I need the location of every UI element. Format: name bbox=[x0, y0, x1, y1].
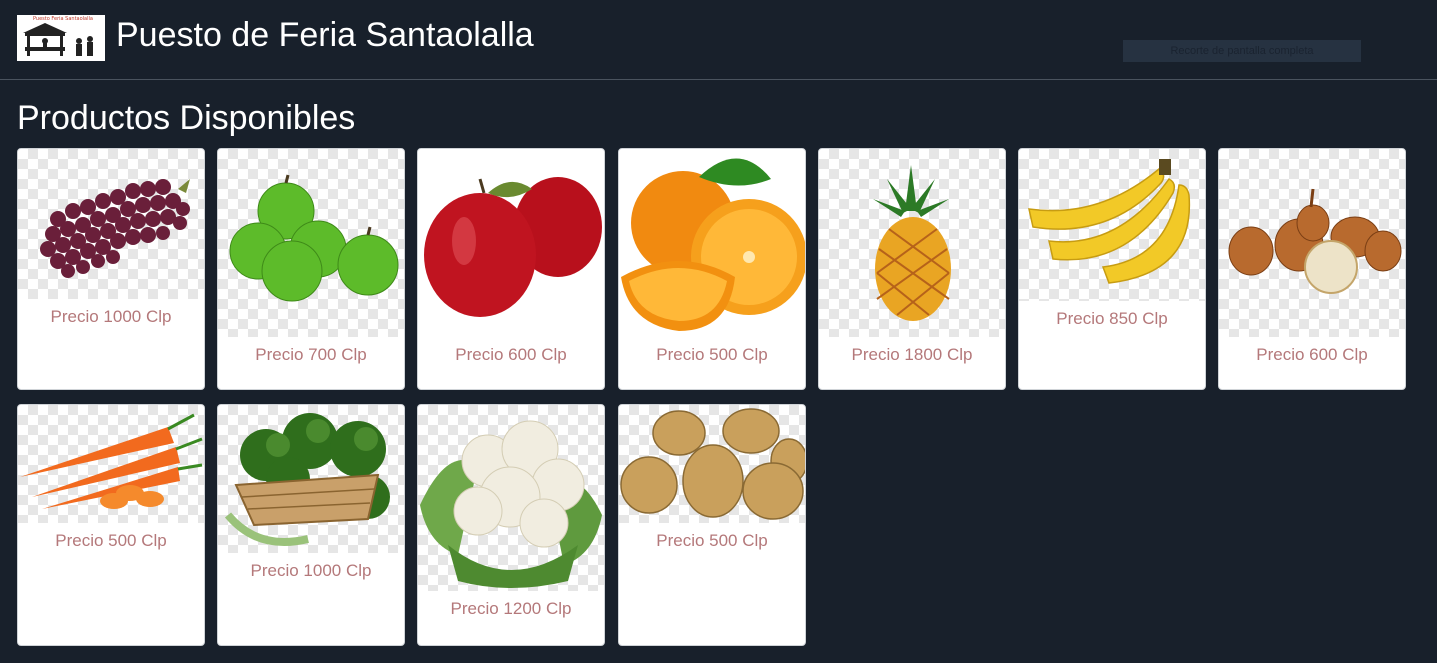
section-title: Productos Disponibles bbox=[17, 99, 356, 137]
product-price: Precio 600 Clp bbox=[1256, 345, 1368, 364]
product-card[interactable]: Precio 500 Clp bbox=[17, 404, 205, 646]
site-header: Puesto Feria Santaolalla Puesto de Feria… bbox=[0, 0, 1437, 80]
product-price: Precio 1000 Clp bbox=[50, 307, 172, 326]
pineapple-icon bbox=[819, 149, 1005, 337]
red-apples-icon bbox=[418, 149, 604, 337]
product-price: Precio 1200 Clp bbox=[450, 599, 572, 618]
product-card[interactable]: Precio 600 Clp bbox=[417, 148, 605, 390]
site-title: Puesto de Feria Santaolalla bbox=[116, 16, 534, 54]
site-logo[interactable]: Puesto Feria Santaolalla bbox=[17, 15, 105, 61]
product-card[interactable]: Precio 850 Clp bbox=[1018, 148, 1206, 390]
screenshot-tooltip: Recorte de pantalla completa bbox=[1123, 40, 1361, 62]
green-apples-icon bbox=[218, 149, 404, 337]
product-price: Precio 850 Clp bbox=[1056, 309, 1168, 328]
potatoes-icon bbox=[619, 405, 805, 523]
bananas-icon bbox=[1019, 149, 1205, 301]
broccoli-icon bbox=[218, 405, 404, 553]
product-card[interactable]: Precio 1000 Clp bbox=[17, 148, 205, 390]
product-price: Precio 700 Clp bbox=[255, 345, 367, 364]
product-card[interactable]: Precio 700 Clp bbox=[217, 148, 405, 390]
onions-icon bbox=[1219, 149, 1405, 337]
product-price: Precio 600 Clp bbox=[455, 345, 567, 364]
logo-text: Puesto Feria Santaolalla bbox=[33, 16, 93, 22]
product-card[interactable]: Precio 600 Clp bbox=[1218, 148, 1406, 390]
product-card[interactable]: Precio 1000 Clp bbox=[217, 404, 405, 646]
product-price: Precio 500 Clp bbox=[656, 531, 768, 550]
product-card[interactable]: Precio 1800 Clp bbox=[818, 148, 1006, 390]
product-card[interactable]: Precio 500 Clp bbox=[618, 404, 806, 646]
product-card[interactable]: Precio 1200 Clp bbox=[417, 404, 605, 646]
product-price: Precio 500 Clp bbox=[55, 531, 167, 550]
carrots-icon bbox=[18, 405, 204, 523]
product-card[interactable]: Precio 500 Clp bbox=[618, 148, 806, 390]
oranges-icon bbox=[619, 149, 805, 335]
product-price: Precio 1000 Clp bbox=[250, 561, 372, 580]
product-price: Precio 1800 Clp bbox=[851, 345, 973, 364]
cauliflower-icon bbox=[418, 405, 604, 591]
product-price: Precio 500 Clp bbox=[656, 345, 768, 364]
grapes-icon bbox=[18, 149, 204, 299]
